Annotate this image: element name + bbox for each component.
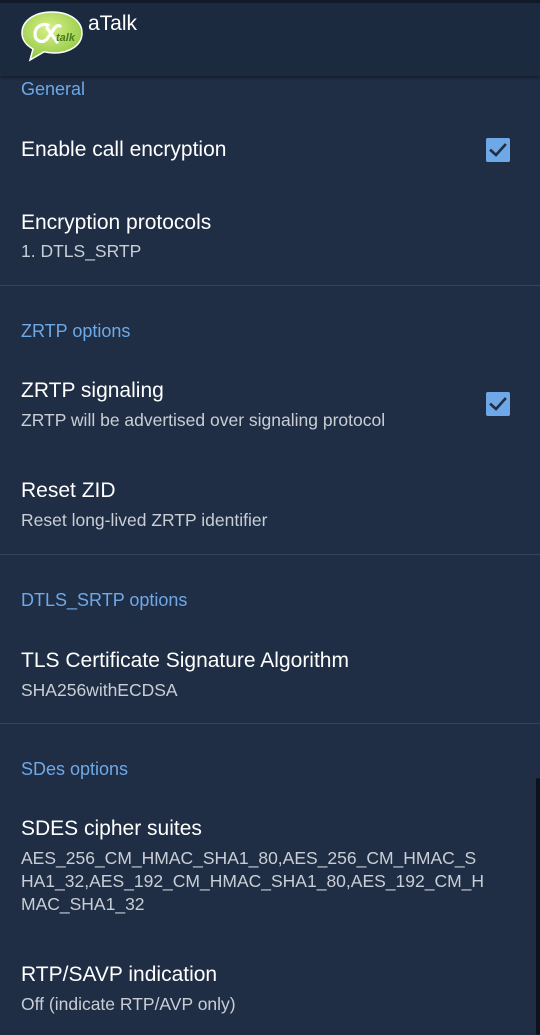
section-divider: [0, 723, 540, 724]
app-title: aTalk: [88, 12, 138, 35]
atalk-logo-icon: talk: [21, 11, 83, 62]
zrtp-signaling-pref[interactable]: ZRTP signaling ZRTP will be advertised o…: [0, 354, 540, 454]
pref-title: SDES cipher suites: [21, 817, 202, 840]
pref-title: ZRTP signaling: [21, 379, 164, 402]
pref-summary: 1. DTLS_SRTP: [21, 241, 142, 261]
encryption-protocols-pref[interactable]: Encryption protocols 1. DTLS_SRTP: [0, 188, 540, 284]
pref-title: Enable call encryption: [21, 138, 227, 161]
sdes-cipher-suites-pref[interactable]: SDES cipher suites AES_256_CM_HMAC_SHA1_…: [0, 792, 540, 938]
pref-summary: Reset long-lived ZRTP identifier: [21, 510, 268, 530]
pref-summary: Off (indicate RTP/AVP only): [21, 994, 236, 1014]
enable-encryption-checkbox[interactable]: [486, 138, 510, 162]
section-divider: [0, 554, 540, 555]
svg-text:talk: talk: [56, 32, 76, 44]
scrollbar-thumb[interactable]: [536, 778, 540, 1035]
rtp-savp-indication-pref[interactable]: RTP/SAVP indication Off (indicate RTP/AV…: [0, 938, 540, 1035]
pref-summary: ZRTP will be advertised over signaling p…: [21, 410, 386, 430]
category-dtls-header: DTLS_SRTP options: [21, 590, 188, 610]
category-zrtp-header: ZRTP options: [21, 321, 131, 341]
app-bar: talk aTalk: [0, 0, 540, 76]
pref-summary: SHA256withECDSA: [21, 680, 178, 700]
pref-title: Encryption protocols: [21, 211, 212, 234]
pref-title: Reset ZID: [21, 479, 116, 502]
tls-signature-algorithm-pref[interactable]: TLS Certificate Signature Algorithm SHA2…: [0, 624, 540, 724]
pref-summary-line: AES_256_CM_HMAC_SHA1_80,AES_256_CM_HMAC_…: [21, 848, 477, 868]
category-sdes-header: SDes options: [21, 759, 129, 779]
zrtp-signaling-checkbox[interactable]: [486, 392, 510, 416]
settings-screen: talk aTalk General Enable call encryptio…: [0, 0, 540, 1035]
pref-title: TLS Certificate Signature Algorithm: [21, 649, 349, 672]
reset-zid-pref[interactable]: Reset ZID Reset long-lived ZRTP identifi…: [0, 454, 540, 554]
enable-call-encryption-pref[interactable]: Enable call encryption: [0, 112, 540, 188]
section-divider: [0, 285, 540, 286]
status-bar-edge: [0, 0, 540, 3]
category-general-header: General: [21, 79, 86, 99]
pref-summary-line: HA1_32,AES_192_CM_HMAC_SHA1_80,AES_192_C…: [21, 871, 485, 891]
pref-title: RTP/SAVP indication: [21, 963, 218, 986]
pref-summary-line: MAC_SHA1_32: [21, 894, 145, 914]
